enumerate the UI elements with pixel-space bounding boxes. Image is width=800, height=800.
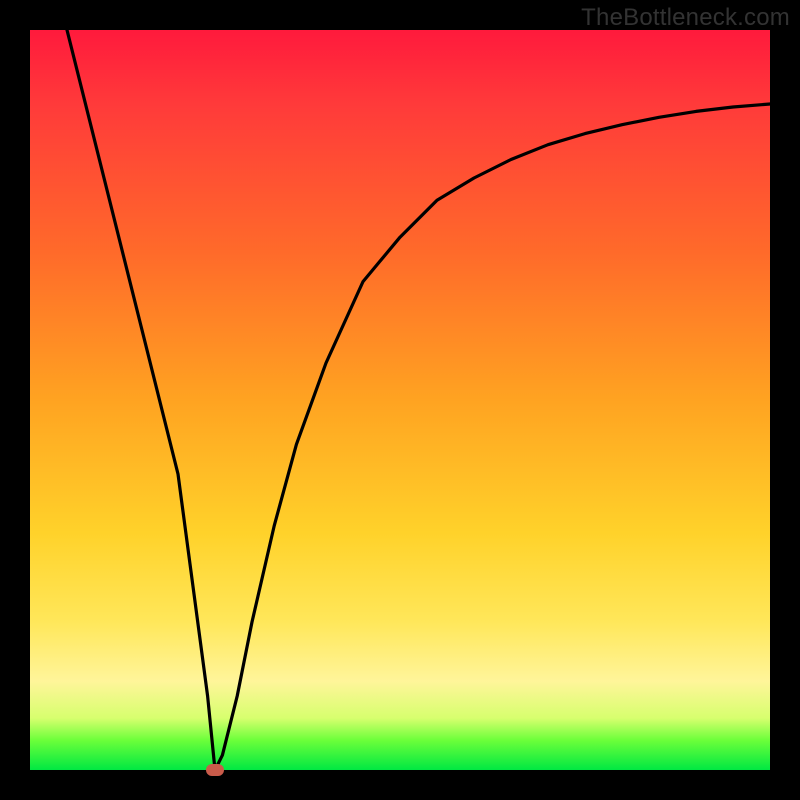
- minimum-marker: [206, 764, 224, 776]
- watermark-text: TheBottleneck.com: [581, 4, 790, 32]
- plot-area: [30, 30, 770, 770]
- bottleneck-curve: [30, 30, 770, 770]
- chart-frame: TheBottleneck.com: [0, 0, 800, 800]
